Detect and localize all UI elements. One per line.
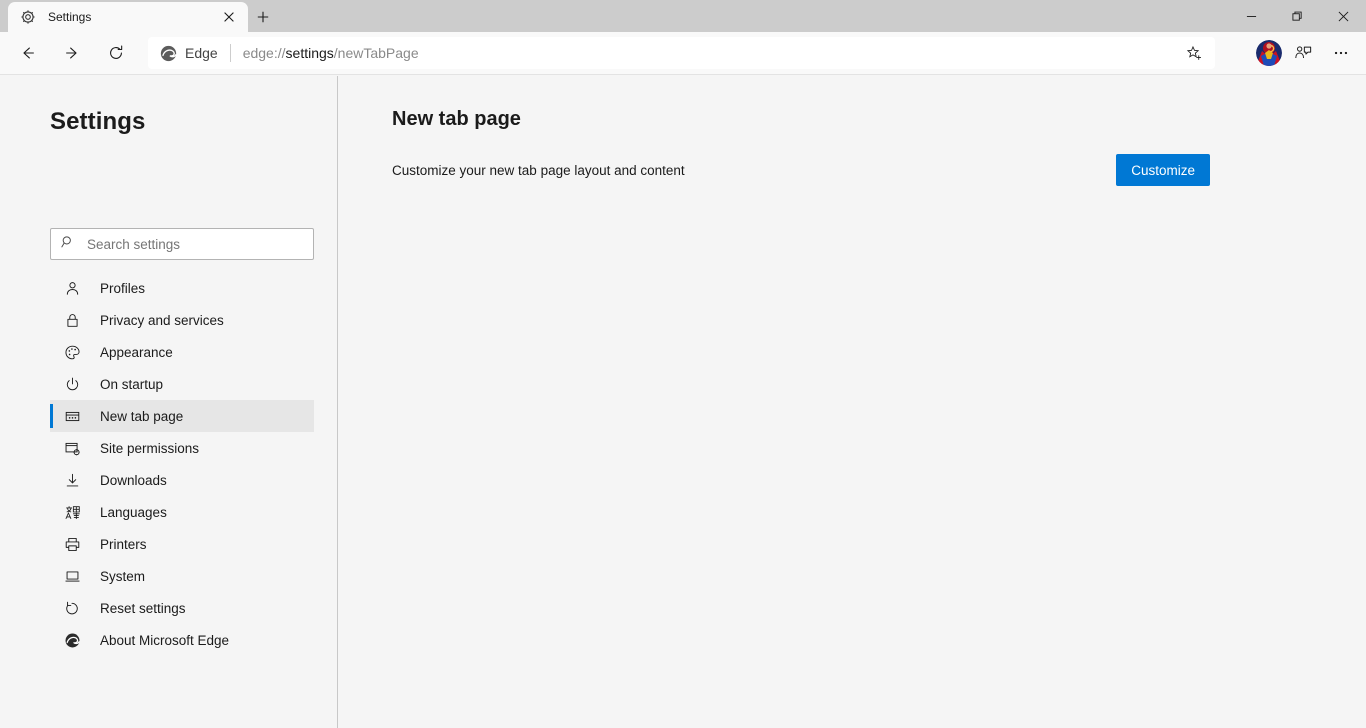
edge-logo-icon bbox=[160, 45, 177, 62]
person-icon bbox=[62, 278, 82, 298]
sidebar-item-privacy-and-services[interactable]: Privacy and services bbox=[50, 304, 314, 336]
customize-button[interactable]: Customize bbox=[1116, 154, 1210, 186]
reset-circular-arrow-icon bbox=[62, 598, 82, 618]
site-permissions-icon bbox=[62, 438, 82, 458]
sidebar-item-label: Site permissions bbox=[100, 440, 200, 456]
download-arrow-icon bbox=[62, 470, 82, 490]
sidebar-item-new-tab-page[interactable]: New tab page bbox=[50, 400, 314, 432]
sidebar-item-label: Privacy and services bbox=[100, 312, 224, 328]
close-icon[interactable] bbox=[1320, 0, 1366, 32]
sidebar-item-label: About Microsoft Edge bbox=[100, 632, 230, 648]
sidebar-item-label: New tab page bbox=[100, 408, 184, 424]
sidebar-item-site-permissions[interactable]: Site permissions bbox=[50, 432, 314, 464]
address-bar[interactable]: Edge edge://settings/newTabPage bbox=[148, 37, 1215, 69]
url-scheme: edge:// bbox=[242, 45, 286, 61]
new-tab-button[interactable] bbox=[250, 4, 276, 30]
sidebar-item-label: Languages bbox=[100, 504, 167, 520]
settings-main-content: New tab page Customize your new tab page… bbox=[339, 76, 1366, 728]
omnibox-url[interactable]: edge://settings/newTabPage bbox=[243, 45, 1179, 61]
page-title: Settings bbox=[50, 108, 146, 135]
browser-toolbar: Edge edge://settings/newTabPage bbox=[0, 32, 1366, 75]
sidebar-item-reset-settings[interactable]: Reset settings bbox=[50, 592, 314, 624]
palette-icon bbox=[62, 342, 82, 362]
settings-page: Settings Search settings Profiles Privac… bbox=[0, 76, 1366, 728]
settings-sidebar: Settings Search settings Profiles Privac… bbox=[0, 76, 338, 728]
toolbar-right-actions bbox=[1246, 36, 1358, 70]
restore-icon[interactable] bbox=[1274, 0, 1320, 32]
settings-nav-list: Profiles Privacy and services Appearance… bbox=[50, 272, 314, 656]
url-host: settings bbox=[285, 45, 334, 61]
setting-description: Customize your new tab page layout and c… bbox=[392, 162, 685, 178]
browser-tab-settings[interactable]: Settings bbox=[8, 2, 248, 32]
collections-icon[interactable] bbox=[1286, 36, 1320, 70]
sidebar-item-label: Printers bbox=[100, 536, 147, 552]
sidebar-item-printers[interactable]: Printers bbox=[50, 528, 314, 560]
laptop-icon bbox=[62, 566, 82, 586]
edge-logo-icon bbox=[62, 630, 82, 650]
sidebar-item-about-microsoft-edge[interactable]: About Microsoft Edge bbox=[50, 624, 314, 656]
search-icon bbox=[61, 235, 75, 254]
search-input[interactable] bbox=[87, 236, 303, 252]
search-settings-box[interactable] bbox=[50, 228, 314, 260]
lock-icon bbox=[62, 310, 82, 330]
url-path: /newTabPage bbox=[333, 45, 419, 61]
back-arrow-icon[interactable] bbox=[11, 36, 45, 70]
sidebar-item-label: On startup bbox=[100, 376, 164, 392]
printer-icon bbox=[62, 534, 82, 554]
window-controls bbox=[1228, 0, 1366, 32]
sidebar-item-label: Downloads bbox=[100, 472, 167, 488]
languages-icon bbox=[62, 502, 82, 522]
sidebar-item-label: Appearance bbox=[100, 344, 173, 360]
sidebar-item-on-startup[interactable]: On startup bbox=[50, 368, 314, 400]
power-icon bbox=[62, 374, 82, 394]
section-title: New tab page bbox=[392, 108, 521, 130]
title-bar: Settings bbox=[0, 0, 1366, 32]
gear-icon bbox=[20, 9, 36, 25]
tab-title: Settings bbox=[48, 10, 92, 24]
refresh-icon[interactable] bbox=[99, 36, 133, 70]
more-options-icon[interactable] bbox=[1324, 36, 1358, 70]
sidebar-item-system[interactable]: System bbox=[50, 560, 314, 592]
avatar[interactable] bbox=[1256, 40, 1282, 66]
setting-row-customize: Customize your new tab page layout and c… bbox=[392, 154, 1210, 186]
close-icon[interactable] bbox=[218, 6, 240, 28]
sidebar-item-label: Reset settings bbox=[100, 600, 186, 616]
minimize-icon[interactable] bbox=[1228, 0, 1274, 32]
favorite-star-icon[interactable] bbox=[1179, 39, 1209, 67]
sidebar-item-label: Profiles bbox=[100, 280, 146, 296]
sidebar-item-appearance[interactable]: Appearance bbox=[50, 336, 314, 368]
omnibox-separator bbox=[229, 44, 231, 62]
sidebar-item-label: System bbox=[100, 568, 146, 584]
sidebar-item-downloads[interactable]: Downloads bbox=[50, 464, 314, 496]
forward-arrow-icon[interactable] bbox=[55, 36, 89, 70]
sidebar-item-profiles[interactable]: Profiles bbox=[50, 272, 314, 304]
sidebar-item-languages[interactable]: Languages bbox=[50, 496, 314, 528]
newtab-icon bbox=[62, 406, 82, 426]
omnibox-brand-label: Edge bbox=[185, 45, 218, 61]
